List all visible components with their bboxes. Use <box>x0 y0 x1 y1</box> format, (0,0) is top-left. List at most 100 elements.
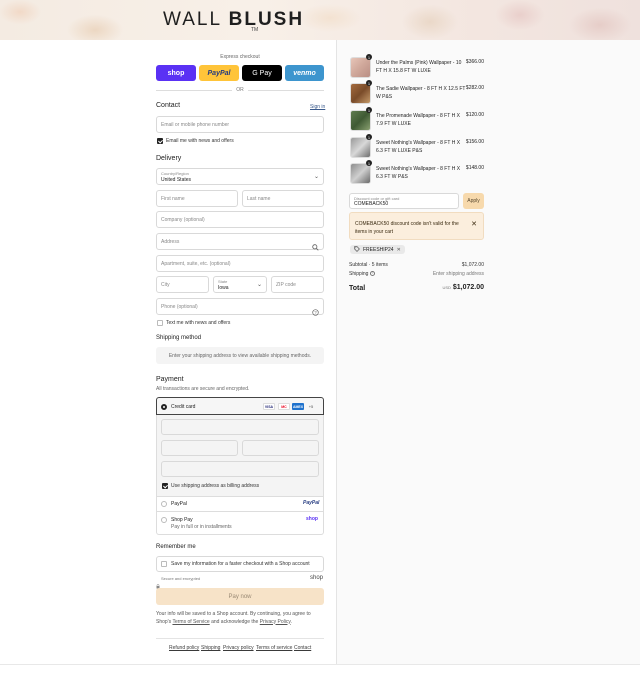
shop-logo: shop <box>310 575 324 581</box>
billing-checkbox[interactable] <box>162 483 168 489</box>
card-cvv-field[interactable] <box>242 440 319 456</box>
city-field[interactable]: City <box>156 276 209 293</box>
paypal-option-label: PayPal <box>171 501 187 507</box>
header-banner: WALL BLUSH TM <box>0 0 640 40</box>
footer-divider <box>156 638 324 639</box>
text-news-label: Text me with news and offers <box>166 320 231 326</box>
company-field[interactable]: Company (optional) <box>156 211 324 228</box>
payment-heading: Payment <box>156 376 184 383</box>
apartment-placeholder: Apartment, suite, etc. (optional) <box>161 261 231 267</box>
apply-label: Apply <box>467 198 480 204</box>
amex-label: AMEX <box>292 404 304 409</box>
shop-pay-logo: shop <box>306 516 318 522</box>
applied-discount-chip: FREESHIP24 ✕ <box>350 245 405 254</box>
page-bottom-divider <box>0 664 640 665</box>
paypal-option[interactable]: PayPal PayPal <box>156 497 324 512</box>
terms-text-3: . <box>290 618 292 625</box>
google-pay-label: G Pay <box>252 69 272 77</box>
footer-contact-link[interactable]: Contact <box>294 645 311 651</box>
remember-me-box: Save my information for a faster checkou… <box>156 556 324 572</box>
shop-pay-subtitle: Pay in full or in installments <box>171 524 232 530</box>
shop-pay-label: shop <box>167 69 185 77</box>
footer-terms-link[interactable]: Terms of service <box>256 645 292 651</box>
info-icon[interactable]: ? <box>369 271 375 277</box>
visa-label: VISA <box>264 404 274 409</box>
first-name-field[interactable]: First name <box>156 190 238 207</box>
brand-name-bold: BLUSH <box>228 9 305 30</box>
last-name-field[interactable]: Last name <box>242 190 324 207</box>
more-cards-label: +5 <box>308 404 314 409</box>
apartment-field[interactable]: Apartment, suite, etc. (optional) <box>156 255 324 272</box>
first-name-placeholder: First name <box>161 196 185 202</box>
product-thumbnail <box>350 163 371 184</box>
credit-card-radio[interactable] <box>161 404 167 410</box>
product-thumbnail <box>350 83 371 104</box>
zip-placeholder: ZIP code <box>276 282 296 288</box>
close-icon[interactable]: ✕ <box>471 220 477 228</box>
email-news-label: Email me with news and offers <box>166 138 234 144</box>
order-summary-panel <box>336 40 640 664</box>
shipping-summary-value: Enter shipping address <box>432 271 484 277</box>
discount-code-value: COMEBACK50 <box>354 201 389 207</box>
help-icon[interactable]: ? <box>312 303 319 321</box>
or-label: OR <box>232 87 248 93</box>
country-label: Country/Region <box>161 171 189 176</box>
discount-code-field[interactable]: Discount code or gift card COMEBACK50 <box>349 193 459 209</box>
mastercard-label: MC <box>281 404 287 409</box>
brand-name-light: WALL <box>163 9 222 30</box>
shipping-method-heading: Shipping method <box>156 335 202 341</box>
state-value: Iowa <box>218 285 229 291</box>
discount-error-banner: COMEBACK50 discount code isn't valid for… <box>349 212 484 240</box>
terms-of-service-link[interactable]: Terms of Service <box>172 619 209 625</box>
shipping-info-text: Enter your shipping address to view avai… <box>168 352 312 359</box>
credit-card-label: Credit card <box>171 404 196 410</box>
address-field[interactable]: Address <box>156 233 324 251</box>
terms-text-2: and acknowledge the <box>211 618 259 625</box>
subtotal-label: Subtotal · 5 items <box>349 262 388 268</box>
card-name-field[interactable] <box>161 461 319 477</box>
zip-field[interactable]: ZIP code <box>271 276 324 293</box>
privacy-policy-link[interactable]: Privacy Policy <box>260 619 291 625</box>
discount-error-text: COMEBACK50 discount code isn't valid for… <box>355 221 459 235</box>
paypal-radio[interactable] <box>161 501 167 507</box>
search-icon <box>312 238 319 256</box>
card-expiry-field[interactable] <box>161 440 238 456</box>
shop-pay-button[interactable]: shop <box>156 65 196 81</box>
venmo-button[interactable]: venmo <box>285 65 324 81</box>
country-select[interactable]: Country/Region United States ⌄ <box>156 168 324 185</box>
paypal-button[interactable]: PayPal <box>199 65 239 81</box>
shop-pay-option[interactable]: Shop Pay Pay in full or in installments … <box>156 512 324 535</box>
total-currency: USD <box>442 285 451 290</box>
cart-item-price: $148.00 <box>465 165 484 171</box>
more-cards-badge: +5 <box>306 403 316 410</box>
brand-trademark: TM <box>251 27 259 33</box>
apply-button[interactable]: Apply <box>463 193 484 209</box>
venmo-label: venmo <box>293 69 316 77</box>
brand-logo[interactable]: WALL BLUSH TM <box>163 9 305 33</box>
footer-shipping-link[interactable]: Shipping <box>201 645 220 651</box>
quantity-badge: 1 <box>366 134 372 140</box>
shop-pay-option-label: Shop Pay <box>171 517 193 523</box>
quantity-badge: 1 <box>366 107 372 113</box>
pay-now-button[interactable]: Pay now <box>156 588 324 605</box>
shop-pay-radio[interactable] <box>161 517 167 523</box>
email-news-checkbox[interactable] <box>157 138 163 144</box>
phone-placeholder: Phone (optional) <box>161 304 198 310</box>
save-info-checkbox[interactable] <box>161 561 167 567</box>
sign-in-link[interactable]: Sign in <box>310 104 325 110</box>
footer-refund-link[interactable]: Refund policy <box>169 645 199 651</box>
text-news-checkbox[interactable] <box>157 320 163 326</box>
remember-me-heading: Remember me <box>156 544 196 550</box>
state-label: State <box>218 279 228 284</box>
google-pay-button[interactable]: G Pay <box>242 65 282 81</box>
city-placeholder: City <box>161 282 170 288</box>
footer-privacy-link[interactable]: Privacy policy <box>223 645 254 651</box>
remove-discount-icon[interactable]: ✕ <box>397 247 401 253</box>
phone-field[interactable]: Phone (optional) ? <box>156 298 324 316</box>
state-select[interactable]: State Iowa ⌄ <box>213 276 267 293</box>
secure-label: Secure and encrypted <box>161 576 201 581</box>
card-number-field[interactable] <box>161 419 319 435</box>
email-field[interactable]: Email or mobile phone number <box>156 116 324 133</box>
cart-item-price: $282.00 <box>465 85 484 91</box>
total-value: $1,072.00 <box>452 284 484 291</box>
